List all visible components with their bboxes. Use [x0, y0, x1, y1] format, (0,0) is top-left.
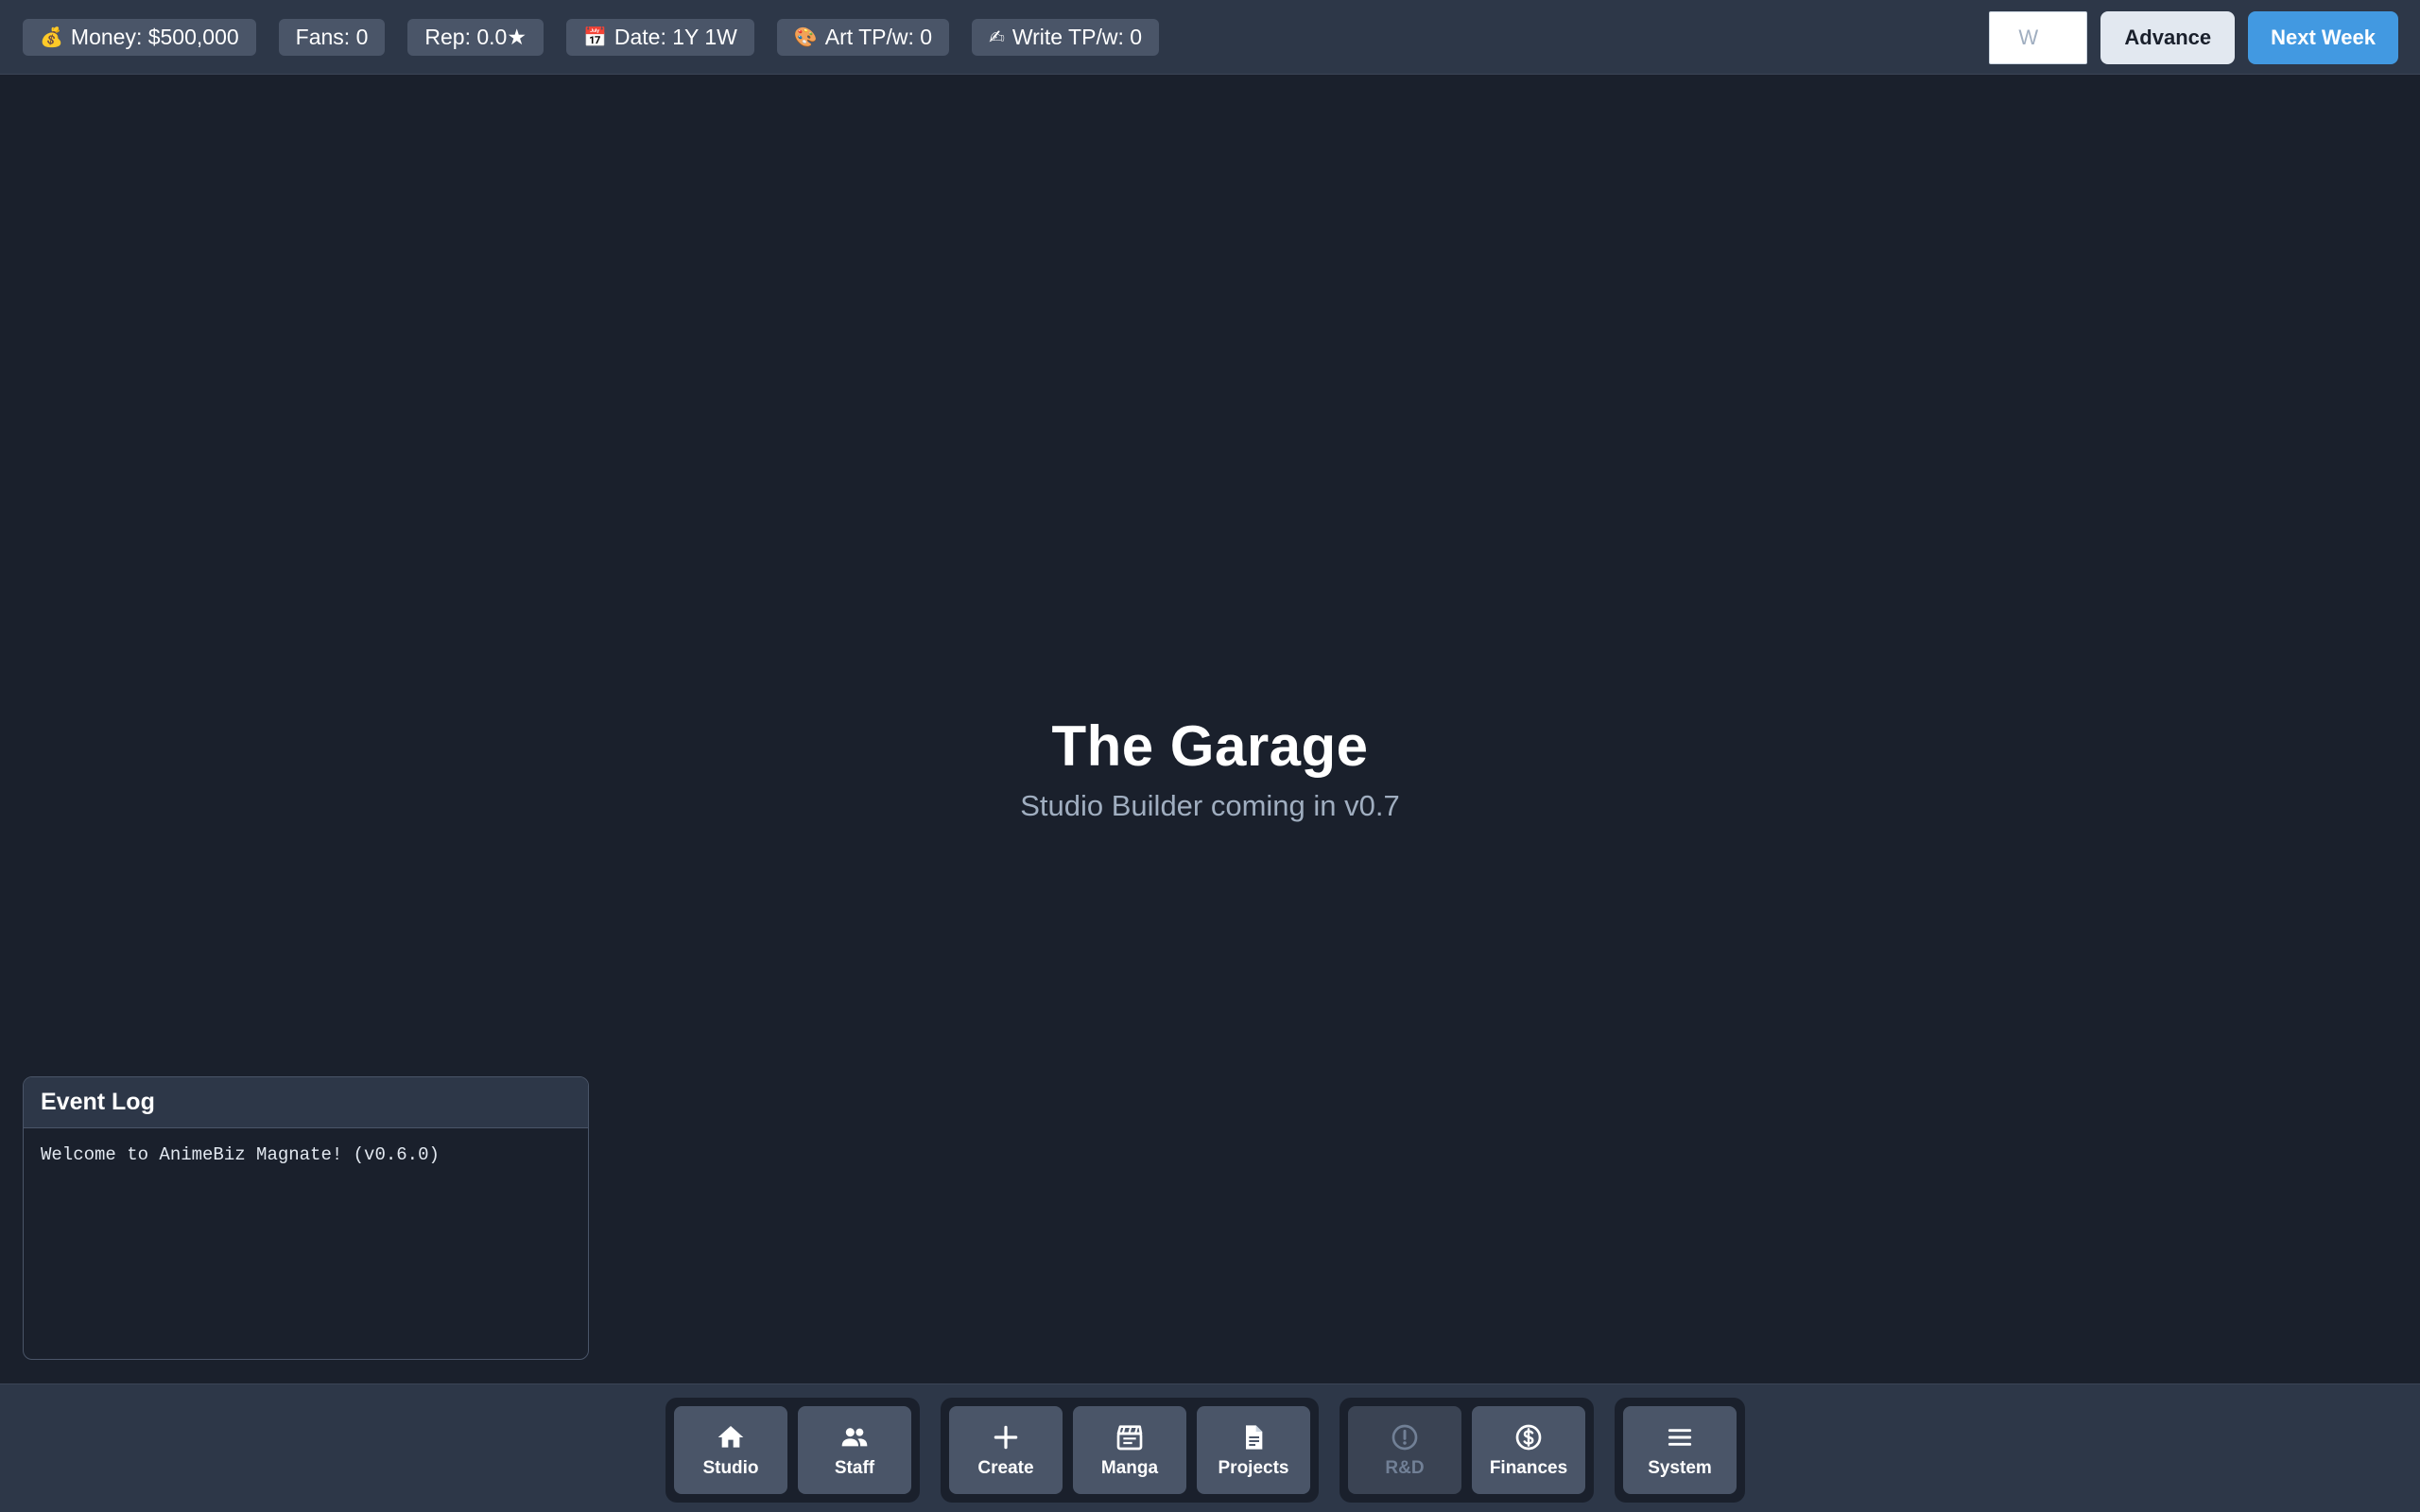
nav-create-button[interactable]: Create [949, 1406, 1063, 1494]
nav-manga-button[interactable]: Manga [1073, 1406, 1186, 1494]
dollar-circle-icon [1515, 1424, 1542, 1450]
nav-group-production: Create Manga Projects [941, 1398, 1319, 1503]
nav-projects-label: Projects [1218, 1457, 1289, 1478]
write-tp-stat: ✍ Write TP/w: 0 [972, 19, 1160, 56]
nav-finances-label: Finances [1489, 1457, 1568, 1478]
alert-circle-icon [1392, 1424, 1418, 1450]
main-view: The Garage Studio Builder coming in v0.7 [0, 707, 2420, 826]
nav-rnd-button[interactable]: R&D [1348, 1406, 1461, 1494]
nav-group-studio: Studio Staff [666, 1398, 920, 1503]
page-title: The Garage [1051, 714, 1369, 778]
nav-staff-label: Staff [834, 1457, 875, 1478]
nav-group-business: R&D Finances [1340, 1398, 1594, 1503]
nav-system-button[interactable]: System [1623, 1406, 1737, 1494]
writing-hand-icon: ✍ [989, 26, 1005, 48]
weeks-input[interactable] [1989, 11, 2088, 64]
page-subtitle: Studio Builder coming in v0.7 [1020, 789, 1400, 822]
art-tp-value: Art TP/w: 0 [824, 25, 933, 49]
event-log-list[interactable]: Welcome to AnimeBiz Magnate! (v0.6.0) [24, 1128, 588, 1181]
reputation-value: Rep: 0.0★ [424, 25, 527, 49]
advance-button[interactable]: Advance [2100, 11, 2236, 64]
nav-studio-label: Studio [702, 1457, 759, 1478]
log-entry: Welcome to AnimeBiz Magnate! (v0.6.0) [41, 1144, 440, 1165]
money-stat: 💰 Money: $500,000 [23, 19, 256, 56]
nav-finances-button[interactable]: Finances [1472, 1406, 1585, 1494]
event-log-title: Event Log [24, 1077, 588, 1128]
calendar-icon: 📅 [582, 26, 607, 48]
clapperboard-icon [1116, 1424, 1143, 1450]
nav-system-label: System [1648, 1457, 1712, 1478]
bottom-nav-bar: Studio Staff Create Manga Projects R&D F… [0, 1383, 2420, 1512]
nav-projects-button[interactable]: Projects [1197, 1406, 1310, 1494]
nav-rnd-label: R&D [1385, 1457, 1425, 1478]
reputation-stat: Rep: 0.0★ [407, 19, 544, 56]
write-tp-value: Write TP/w: 0 [1011, 25, 1143, 49]
time-controls: Advance Next Week [1989, 11, 2398, 64]
top-bar: 💰 Money: $500,000 Fans: 0 Rep: 0.0★ 📅 Da… [0, 0, 2420, 75]
nav-create-label: Create [977, 1457, 1034, 1478]
money-value: Money: $500,000 [70, 25, 239, 49]
fans-stat: Fans: 0 [278, 19, 386, 56]
next-week-button[interactable]: Next Week [2248, 11, 2398, 64]
document-icon [1246, 1424, 1263, 1450]
nav-manga-label: Manga [1100, 1457, 1159, 1478]
nav-group-system: System [1615, 1398, 1745, 1503]
event-log-panel: Event Log Welcome to AnimeBiz Magnate! (… [23, 1076, 589, 1360]
stats-bar: 💰 Money: $500,000 Fans: 0 Rep: 0.0★ 📅 Da… [23, 19, 1160, 56]
nav-staff-button[interactable]: Staff [798, 1406, 911, 1494]
plus-icon [994, 1425, 1018, 1449]
money-bag-icon: 💰 [40, 26, 63, 48]
nav-studio-button[interactable]: Studio [674, 1406, 787, 1494]
menu-icon [1668, 1428, 1692, 1446]
date-value: Date: 1Y 1W [614, 25, 737, 49]
people-icon [841, 1427, 868, 1446]
fans-value: Fans: 0 [295, 25, 369, 49]
date-stat: 📅 Date: 1Y 1W [565, 19, 754, 56]
home-icon [717, 1425, 744, 1448]
art-tp-stat: 🎨 Art TP/w: 0 [776, 19, 950, 56]
palette-icon: 🎨 [793, 26, 818, 48]
